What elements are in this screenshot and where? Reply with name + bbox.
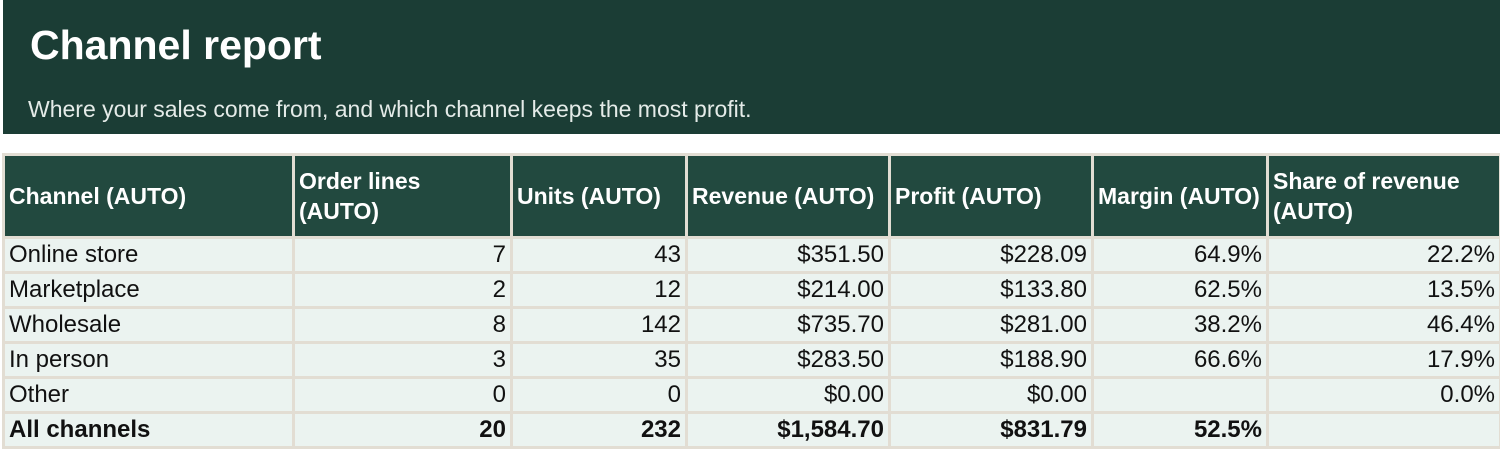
total-profit-cell[interactable]: $831.79 [888, 411, 1094, 449]
units-cell[interactable]: 0 [510, 376, 688, 414]
page-title: Channel report [30, 22, 322, 68]
total-margin-cell[interactable]: 52.5% [1091, 411, 1269, 449]
table-row: Marketplace 2 12 $214.00 $133.80 62.5% 1… [2, 271, 1500, 309]
total-label-cell[interactable]: All channels [2, 411, 295, 449]
share-cell[interactable]: 13.5% [1266, 271, 1500, 309]
profit-cell[interactable]: $133.80 [888, 271, 1094, 309]
units-cell[interactable]: 142 [510, 306, 688, 344]
channel-cell[interactable]: In person [2, 341, 295, 379]
units-cell[interactable]: 35 [510, 341, 688, 379]
channel-cell[interactable]: Marketplace [2, 271, 295, 309]
page-subtitle: Where your sales come from, and which ch… [28, 96, 752, 122]
table-row: Online store 7 43 $351.50 $228.09 64.9% … [2, 236, 1500, 274]
units-cell[interactable]: 43 [510, 236, 688, 274]
column-header-share-of-revenue[interactable]: Share of revenue (AUTO) [1266, 153, 1500, 239]
profit-cell[interactable]: $228.09 [888, 236, 1094, 274]
column-header-order-lines[interactable]: Order lines (AUTO) [292, 153, 513, 239]
units-cell[interactable]: 12 [510, 271, 688, 309]
revenue-cell[interactable]: $735.70 [685, 306, 891, 344]
share-cell[interactable]: 22.2% [1266, 236, 1500, 274]
total-revenue-cell[interactable]: $1,584.70 [685, 411, 891, 449]
revenue-cell[interactable]: $214.00 [685, 271, 891, 309]
column-header-profit[interactable]: Profit (AUTO) [888, 153, 1094, 239]
share-cell[interactable]: 17.9% [1266, 341, 1500, 379]
revenue-cell[interactable]: $283.50 [685, 341, 891, 379]
total-row: All channels 20 232 $1,584.70 $831.79 52… [2, 411, 1500, 449]
margin-cell[interactable] [1091, 376, 1269, 414]
revenue-cell[interactable]: $351.50 [685, 236, 891, 274]
header-row: Channel (AUTO) Order lines (AUTO) Units … [2, 153, 1500, 239]
channel-cell[interactable]: Wholesale [2, 306, 295, 344]
column-header-channel[interactable]: Channel (AUTO) [2, 153, 295, 239]
channel-table: Channel (AUTO) Order lines (AUTO) Units … [2, 153, 1500, 449]
channel-cell[interactable]: Online store [2, 236, 295, 274]
order-lines-cell[interactable]: 7 [292, 236, 513, 274]
column-header-revenue[interactable]: Revenue (AUTO) [685, 153, 891, 239]
channel-cell[interactable]: Other [2, 376, 295, 414]
margin-cell[interactable]: 64.9% [1091, 236, 1269, 274]
order-lines-cell[interactable]: 8 [292, 306, 513, 344]
order-lines-cell[interactable]: 3 [292, 341, 513, 379]
total-share-cell[interactable] [1266, 411, 1500, 449]
total-units-cell[interactable]: 232 [510, 411, 688, 449]
profit-cell[interactable]: $281.00 [888, 306, 1094, 344]
order-lines-cell[interactable]: 2 [292, 271, 513, 309]
share-cell[interactable]: 46.4% [1266, 306, 1500, 344]
table-row: In person 3 35 $283.50 $188.90 66.6% 17.… [2, 341, 1500, 379]
margin-cell[interactable]: 66.6% [1091, 341, 1269, 379]
column-header-units[interactable]: Units (AUTO) [510, 153, 688, 239]
profit-cell[interactable]: $188.90 [888, 341, 1094, 379]
revenue-cell[interactable]: $0.00 [685, 376, 891, 414]
margin-cell[interactable]: 38.2% [1091, 306, 1269, 344]
table-row: Other 0 0 $0.00 $0.00 0.0% [2, 376, 1500, 414]
report-header: Channel report Where your sales come fro… [3, 0, 1500, 134]
total-order-lines-cell[interactable]: 20 [292, 411, 513, 449]
order-lines-cell[interactable]: 0 [292, 376, 513, 414]
margin-cell[interactable]: 62.5% [1091, 271, 1269, 309]
column-header-margin[interactable]: Margin (AUTO) [1091, 153, 1269, 239]
profit-cell[interactable]: $0.00 [888, 376, 1094, 414]
table-row: Wholesale 8 142 $735.70 $281.00 38.2% 46… [2, 306, 1500, 344]
share-cell[interactable]: 0.0% [1266, 376, 1500, 414]
